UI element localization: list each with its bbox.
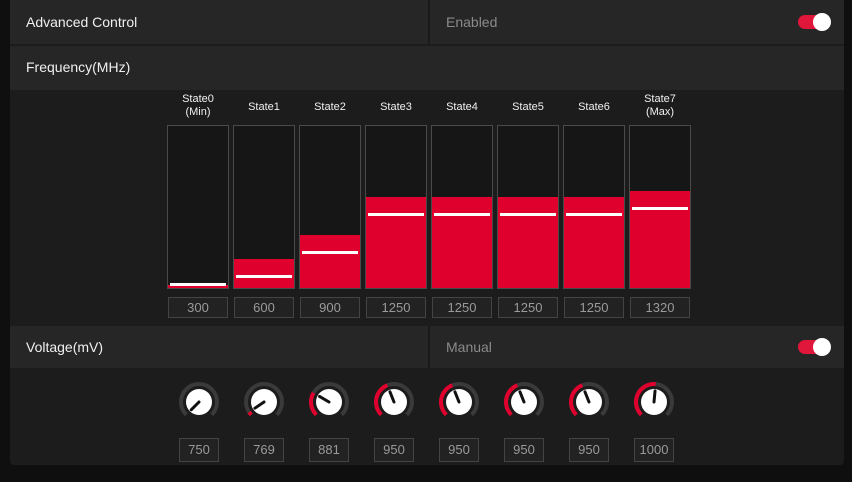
state-slider[interactable] xyxy=(497,125,559,289)
state-value-field[interactable]: 1250 xyxy=(498,297,558,318)
slider-fill xyxy=(630,191,690,288)
dial-level-arc xyxy=(309,391,318,417)
voltage-value-field[interactable]: 950 xyxy=(374,438,414,462)
voltage-label: Voltage(mV) xyxy=(26,339,104,355)
slider-fill xyxy=(300,235,360,288)
state-label: State4 xyxy=(446,101,478,113)
state-slider[interactable] xyxy=(233,125,295,289)
state-label: State6 xyxy=(578,101,610,113)
dial-level-arc xyxy=(247,410,253,417)
voltage-value-field[interactable]: 881 xyxy=(309,438,349,462)
slider-fill xyxy=(432,197,492,288)
state-label: State7 (Max) xyxy=(644,93,676,118)
state-slider[interactable] xyxy=(629,125,691,289)
slider-fill xyxy=(498,197,558,288)
advanced-control-label: Advanced Control xyxy=(26,14,138,30)
voltage-dial[interactable] xyxy=(304,380,354,424)
voltage-dial[interactable] xyxy=(369,380,419,424)
state-value-field[interactable]: 1320 xyxy=(630,297,690,318)
slider-handle[interactable] xyxy=(434,213,490,216)
voltage-value-field[interactable]: 950 xyxy=(569,438,609,462)
advanced-control-panel: Advanced Control Enabled Frequency(MHz) … xyxy=(10,0,844,465)
voltage-dial[interactable] xyxy=(239,380,289,424)
state-label: State1 xyxy=(248,101,280,113)
voltage-dial[interactable] xyxy=(629,380,679,424)
slider-handle[interactable] xyxy=(368,213,424,216)
state-slider[interactable] xyxy=(299,125,361,289)
slider-fill xyxy=(564,197,624,288)
toggle-knob xyxy=(813,338,831,356)
voltage-value-field[interactable]: 750 xyxy=(179,438,219,462)
state-label: State2 xyxy=(314,101,346,113)
frequency-states: State0 (Min) 300 State1 600 State2 900 State3 1… xyxy=(10,88,844,324)
state-slider[interactable] xyxy=(563,125,625,289)
state-value-field[interactable]: 300 xyxy=(168,297,228,318)
voltage-knob-3: 950 xyxy=(369,380,419,462)
voltage-manual-toggle[interactable] xyxy=(798,338,831,356)
voltage-row: Voltage(mV) Manual xyxy=(10,326,844,368)
slider-handle[interactable] xyxy=(302,251,358,254)
frequency-header: Frequency(MHz) xyxy=(10,46,844,90)
voltage-mode: Manual xyxy=(446,339,492,355)
voltage-dial[interactable] xyxy=(174,380,224,424)
voltage-knob-7: 1000 xyxy=(629,380,679,462)
state-label: State5 xyxy=(512,101,544,113)
slider-handle[interactable] xyxy=(170,283,226,286)
state-slider[interactable] xyxy=(431,125,493,289)
slider-handle[interactable] xyxy=(566,213,622,216)
voltage-knob-5: 950 xyxy=(499,380,549,462)
slider-fill xyxy=(366,197,426,288)
voltage-knob-0: 750 xyxy=(174,380,224,462)
state-value-field[interactable]: 1250 xyxy=(564,297,624,318)
advanced-control-toggle[interactable] xyxy=(798,13,831,31)
advanced-control-status-cell: Enabled xyxy=(428,0,846,44)
state-value-field[interactable]: 1250 xyxy=(366,297,426,318)
state-value-field[interactable]: 1250 xyxy=(432,297,492,318)
frequency-label: Frequency(MHz) xyxy=(26,59,131,75)
slider-fill xyxy=(234,259,294,288)
dial-pointer xyxy=(652,389,657,404)
voltage-dial[interactable] xyxy=(564,380,614,424)
voltage-value-field[interactable]: 950 xyxy=(439,438,479,462)
slider-handle[interactable] xyxy=(632,207,688,210)
voltage-knob-2: 881 xyxy=(304,380,354,462)
state-slider[interactable] xyxy=(365,125,427,289)
slider-handle[interactable] xyxy=(500,213,556,216)
state-value-field[interactable]: 900 xyxy=(300,297,360,318)
voltage-dial[interactable] xyxy=(434,380,484,424)
state-label: State0 (Min) xyxy=(182,93,214,118)
toggle-knob xyxy=(813,13,831,31)
slider-handle[interactable] xyxy=(236,275,292,278)
state-label: State3 xyxy=(380,101,412,113)
voltage-mode-cell: Manual xyxy=(428,326,846,368)
advanced-control-status: Enabled xyxy=(446,14,498,30)
state-slider[interactable] xyxy=(167,125,229,289)
voltage-value-field[interactable]: 1000 xyxy=(634,438,674,462)
voltage-value-field[interactable]: 769 xyxy=(244,438,284,462)
voltage-knob-1: 769 xyxy=(239,380,289,462)
advanced-control-row: Advanced Control Enabled xyxy=(10,0,844,44)
voltage-value-field[interactable]: 950 xyxy=(504,438,544,462)
state-value-field[interactable]: 600 xyxy=(234,297,294,318)
voltage-knob-6: 950 xyxy=(564,380,614,462)
voltage-knob-4: 950 xyxy=(434,380,484,462)
voltage-dial[interactable] xyxy=(499,380,549,424)
